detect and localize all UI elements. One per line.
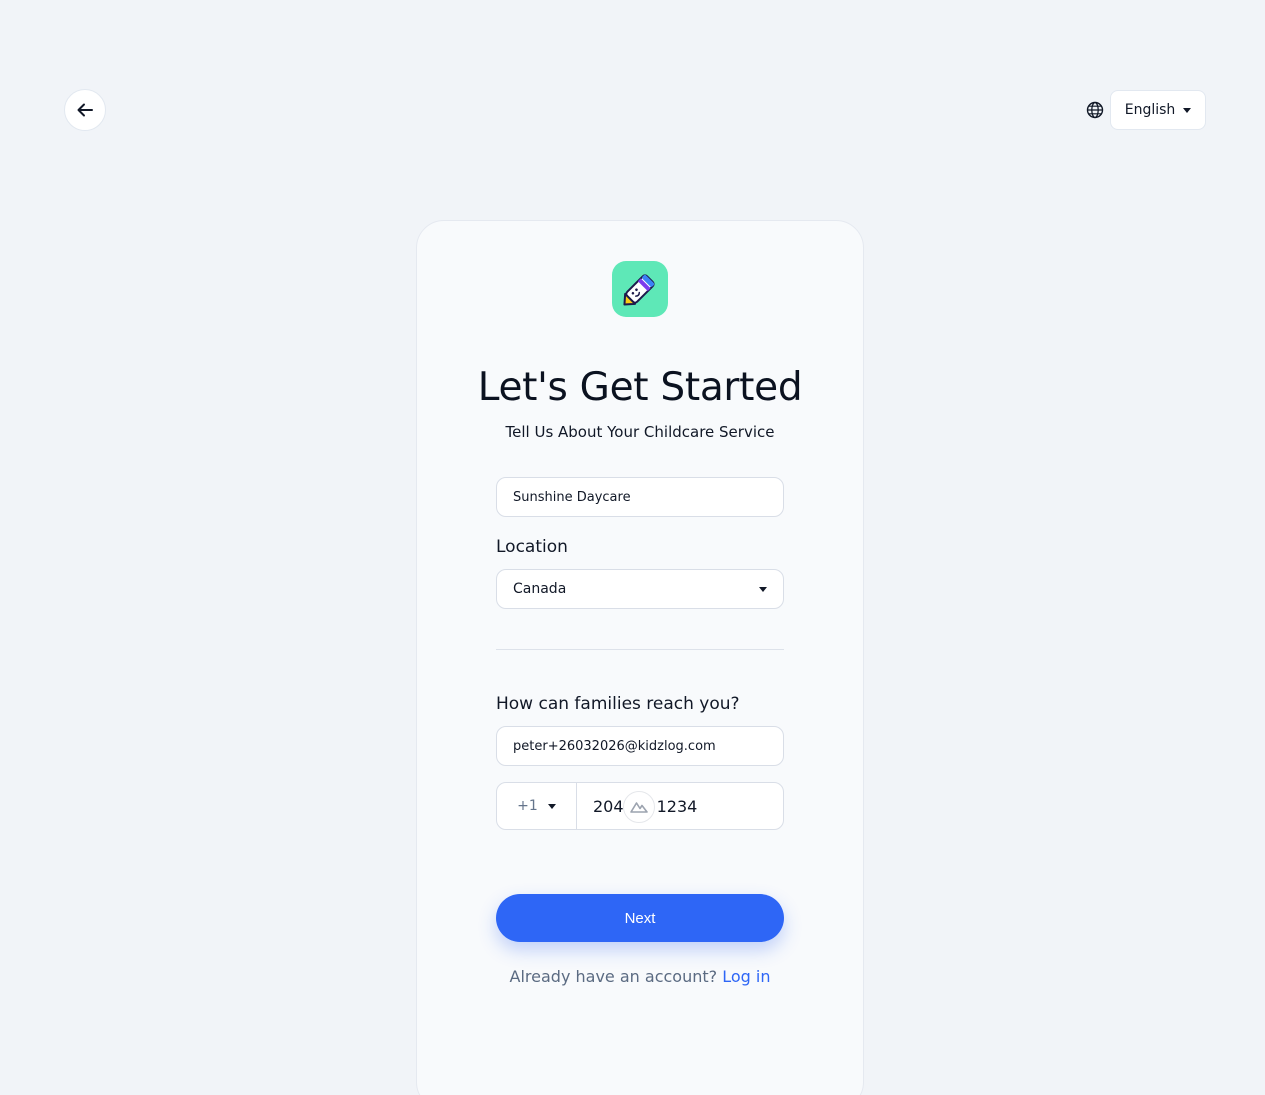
country-code-value: +1 <box>517 798 538 814</box>
location-select[interactable]: Canada <box>496 569 784 609</box>
autofill-assist-icon[interactable] <box>623 791 655 823</box>
phone-input[interactable] <box>593 796 783 816</box>
email-input[interactable] <box>513 738 767 754</box>
business-name-input[interactable] <box>513 489 767 505</box>
phone-input-wrap <box>577 783 783 829</box>
next-button[interactable]: Next <box>496 894 784 942</box>
contact-label: How can families reach you? <box>496 694 740 714</box>
location-label: Location <box>496 537 568 557</box>
back-button[interactable] <box>64 89 106 131</box>
app-logo <box>612 261 668 317</box>
email-field[interactable] <box>496 726 784 766</box>
language-select[interactable]: English <box>1110 90 1206 130</box>
signup-card: Let's Get Started Tell Us About Your Chi… <box>416 220 864 1095</box>
login-prompt-text: Already have an account? <box>509 967 718 986</box>
divider <box>496 649 784 650</box>
globe-icon <box>1086 101 1104 119</box>
location-value: Canada <box>513 581 567 597</box>
chevron-down-icon <box>1183 107 1192 113</box>
chevron-down-icon <box>547 803 556 809</box>
business-name-field[interactable] <box>496 477 784 517</box>
page-title: Let's Get Started <box>477 365 803 410</box>
phone-field: +1 <box>496 782 784 830</box>
language-label: English <box>1124 102 1176 118</box>
signup-page: English Let's Get Started Tell Us About … <box>0 0 1265 1095</box>
country-code-select[interactable]: +1 <box>497 783 577 829</box>
login-link[interactable]: Log in <box>722 967 770 986</box>
pencil-mascot-icon <box>623 274 655 306</box>
chevron-down-icon <box>759 586 767 592</box>
page-subtitle: Tell Us About Your Childcare Service <box>505 423 775 441</box>
language-switcher: English <box>1086 90 1206 130</box>
arrow-left-icon <box>77 103 93 117</box>
login-prompt: Already have an account? Log in <box>417 967 863 986</box>
